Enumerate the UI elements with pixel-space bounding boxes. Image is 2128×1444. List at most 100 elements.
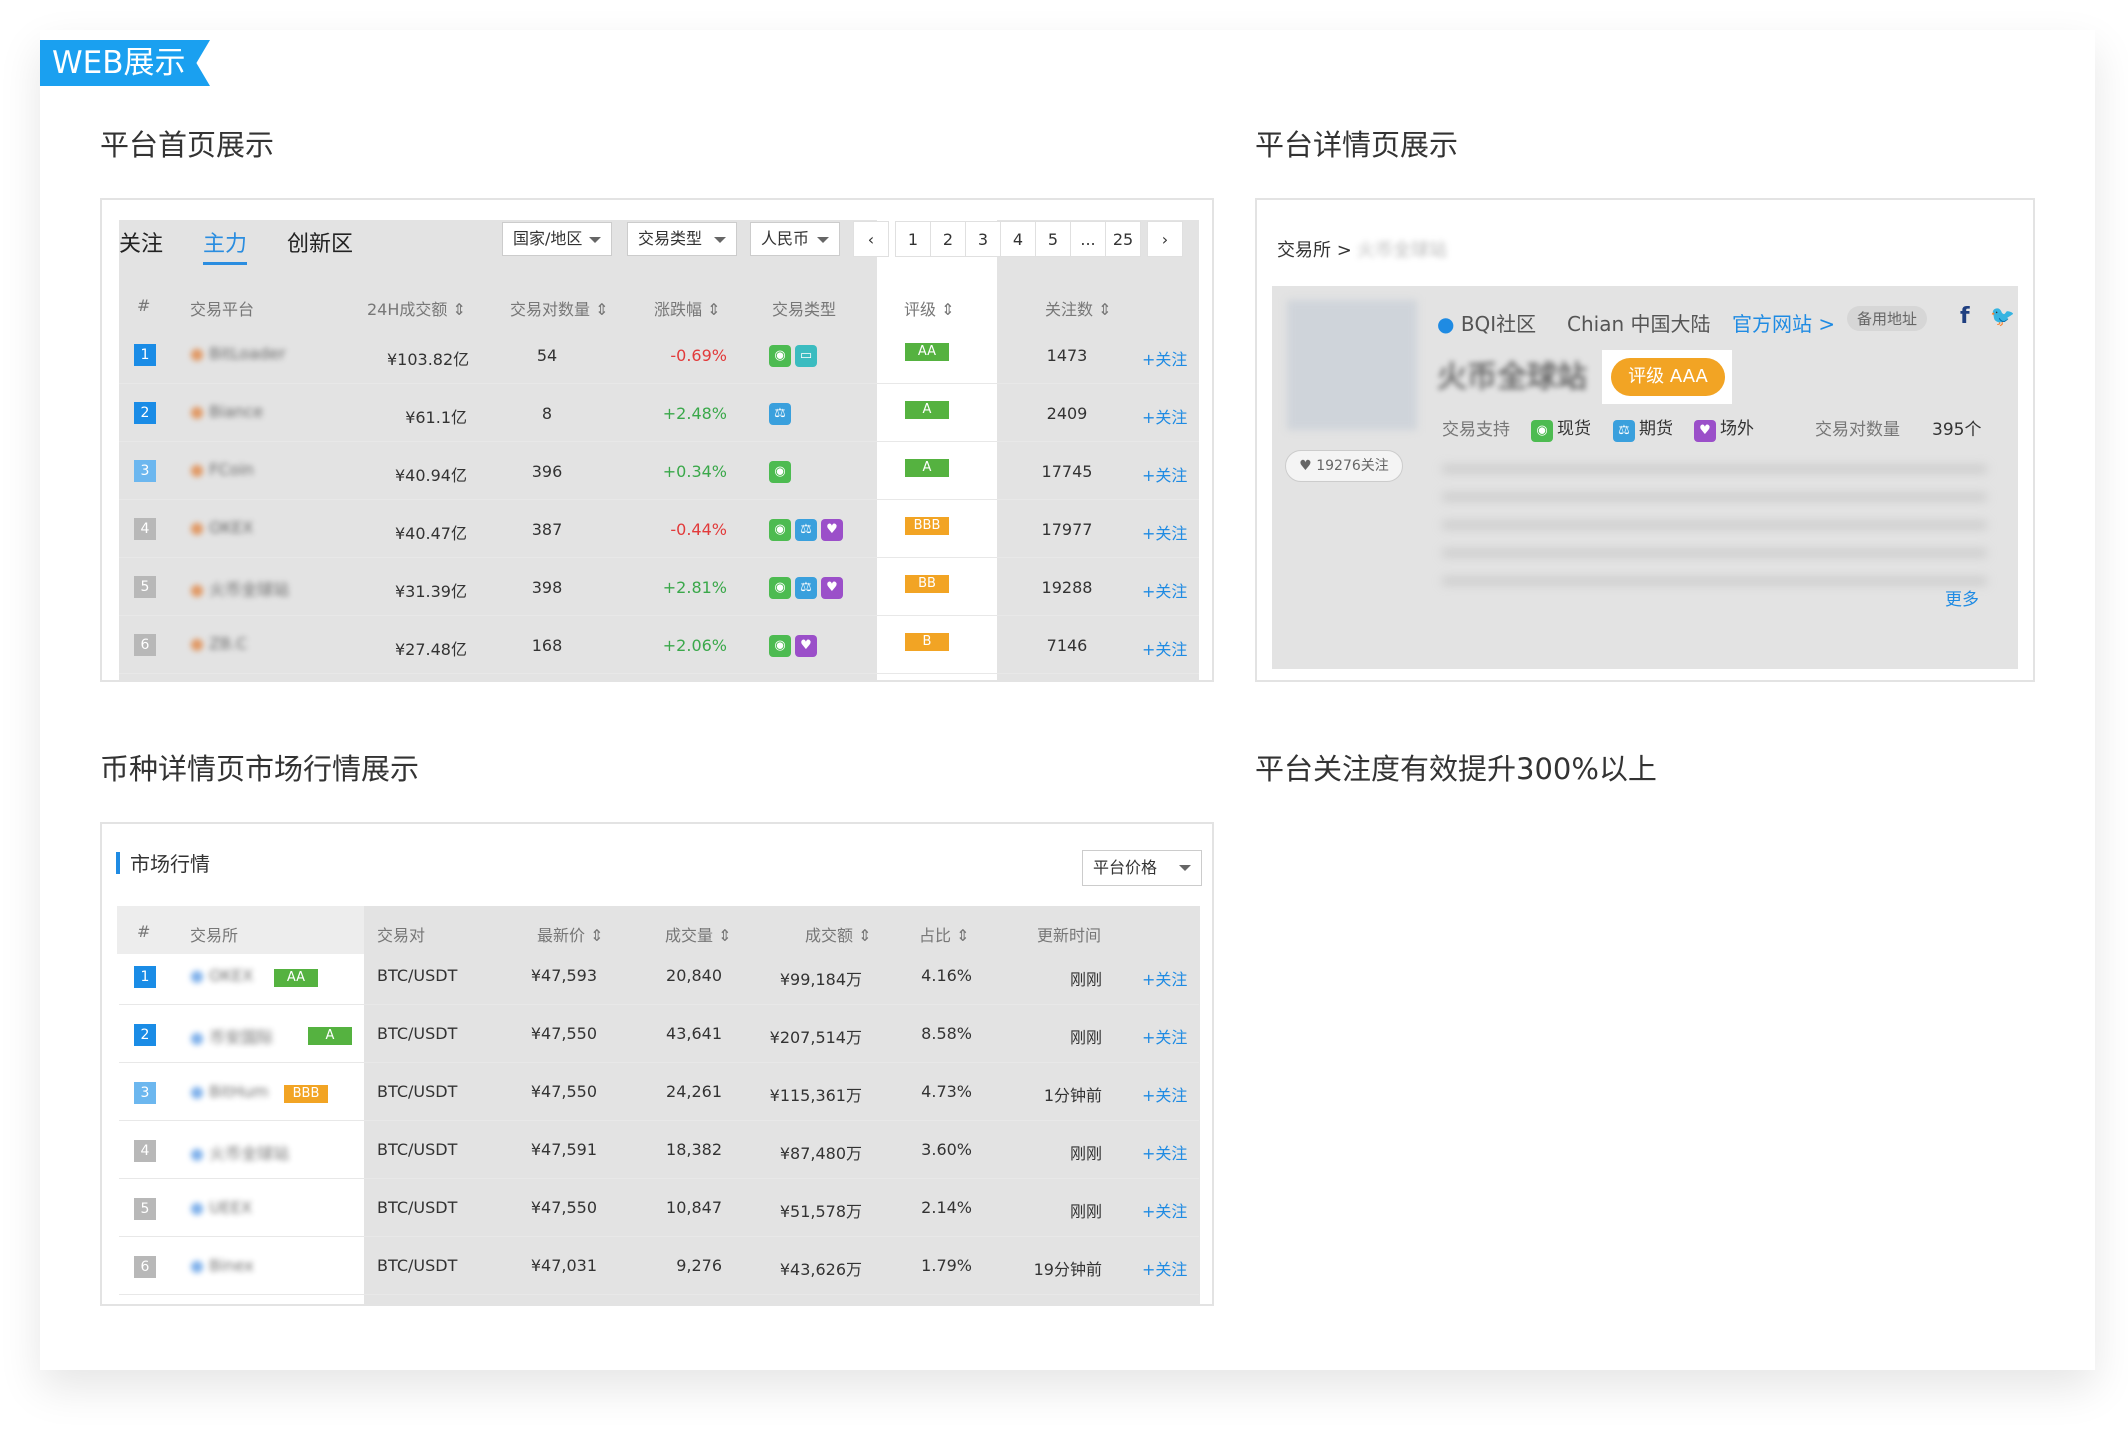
- col-volume[interactable]: 24H成交额 ⇕: [367, 296, 466, 320]
- trade-type-filter[interactable]: 交易类型: [627, 222, 737, 256]
- col-fans[interactable]: 关注数 ⇕: [1045, 296, 1112, 320]
- update-time: 19分钟前: [1033, 1260, 1102, 1279]
- change: -0.44%: [670, 520, 727, 539]
- platform-logo-icon: ●: [190, 518, 204, 537]
- row-divider: [119, 1178, 1199, 1179]
- home-panel: 关注 主力 创新区 国家/地区 交易类型 人民币 ‹ 1 2 3 4 5 ...…: [100, 198, 1214, 682]
- follow-button[interactable]: +关注: [1142, 404, 1187, 428]
- coin-col-turnover[interactable]: 成交额 ⇕: [805, 922, 872, 946]
- community-link[interactable]: ● BQI社区: [1437, 308, 1536, 337]
- pair: BTC/USDT: [377, 1256, 458, 1275]
- follow-button[interactable]: +关注: [1142, 636, 1187, 660]
- exchange-logo-icon: ●: [190, 1144, 204, 1163]
- change: +2.81%: [662, 578, 727, 597]
- next-page-button[interactable]: ›: [1147, 221, 1183, 257]
- rating: AA: [905, 340, 949, 361]
- exchange-name[interactable]: ● OKEX: [190, 966, 253, 985]
- update-time: 刚刚: [1069, 1202, 1102, 1221]
- twitter-icon[interactable]: 🐦: [1990, 304, 2015, 328]
- page-2[interactable]: 2: [930, 221, 966, 257]
- volume: ¥103.82亿: [387, 350, 470, 369]
- prev-page-button[interactable]: ‹: [853, 221, 889, 257]
- platform-name[interactable]: ● Biance: [190, 402, 263, 421]
- coin-col-amount[interactable]: 成交量 ⇕: [665, 922, 732, 946]
- platform-logo-icon: ●: [190, 402, 204, 421]
- col-change[interactable]: 涨跌幅 ⇕: [654, 296, 721, 320]
- platform-name[interactable]: ● ZB.C: [190, 634, 247, 653]
- update-time: 刚刚: [1069, 1144, 1102, 1163]
- trade-amount: 9,276: [676, 1256, 722, 1275]
- coin-row-rank: 3: [134, 1082, 156, 1104]
- pair: BTC/USDT: [377, 966, 458, 985]
- platform-name[interactable]: ● FCoin: [190, 460, 254, 479]
- region-text: Chian 中国大陆: [1567, 312, 1711, 336]
- trade-types: ◉ ♥: [769, 634, 821, 657]
- platform-name[interactable]: ● BitLoader: [190, 344, 286, 363]
- exchange-name[interactable]: ● UEEX: [190, 1198, 252, 1217]
- page-3[interactable]: 3: [965, 221, 1001, 257]
- follow-button[interactable]: +关注: [1142, 966, 1187, 990]
- trade-amount: 20,840: [666, 966, 722, 985]
- follow-button[interactable]: +关注: [1142, 520, 1187, 544]
- exchange-logo-icon: ●: [190, 1028, 204, 1047]
- follow-button[interactable]: +关注: [1142, 1198, 1187, 1222]
- follow-button[interactable]: +关注: [1142, 1140, 1187, 1164]
- col-pairs[interactable]: 交易对数量 ⇕: [510, 296, 609, 320]
- follow-button[interactable]: +关注: [1142, 1082, 1187, 1106]
- otc-icon: ♥: [795, 635, 817, 657]
- tab-follow[interactable]: 关注: [119, 226, 163, 265]
- trade-types: ⚖: [769, 402, 795, 425]
- tab-innovation[interactable]: 创新区: [287, 226, 353, 265]
- volume: ¥61.1亿: [405, 408, 467, 427]
- exchange-logo-icon: ●: [190, 1256, 204, 1275]
- spot-icon: ◉: [769, 635, 791, 657]
- spot-icon: ◉: [769, 461, 791, 483]
- fans: 17745: [1041, 462, 1093, 481]
- rating: A: [905, 398, 949, 419]
- platform-name[interactable]: ● OKEX: [190, 518, 253, 537]
- more-link[interactable]: 更多: [1945, 585, 1979, 610]
- follow-button[interactable]: +关注: [1142, 1256, 1187, 1280]
- col-type: 交易类型: [772, 300, 837, 319]
- platform-logo-icon: ●: [190, 460, 204, 479]
- row-divider: [119, 615, 1199, 616]
- title-bar-accent: [116, 852, 120, 874]
- spot-icon: ◉: [769, 577, 791, 599]
- currency-filter[interactable]: 人民币: [750, 222, 840, 256]
- coin-row-rank: 1: [134, 966, 156, 988]
- facebook-icon[interactable]: f: [1960, 304, 1970, 329]
- backup-address-button[interactable]: 备用地址: [1847, 306, 1928, 331]
- row-divider: [119, 1236, 1199, 1237]
- official-site-link[interactable]: 官方网站 >: [1732, 308, 1835, 337]
- page-4[interactable]: 4: [1000, 221, 1036, 257]
- follow-button[interactable]: +关注: [1142, 346, 1187, 370]
- exchange-name[interactable]: ● BitHum: [190, 1082, 269, 1101]
- rating-column-highlight: [877, 220, 997, 680]
- follow-count-button[interactable]: ♥ 19276关注: [1285, 450, 1403, 482]
- row-divider: [119, 1062, 1199, 1063]
- price-select[interactable]: 平台价格: [1082, 850, 1202, 886]
- home-row-rank: 1: [134, 344, 156, 366]
- col-rating[interactable]: 评级 ⇕: [904, 296, 955, 320]
- follow-button[interactable]: +关注: [1142, 462, 1187, 486]
- page-1[interactable]: 1: [895, 221, 931, 257]
- tab-main[interactable]: 主力: [203, 226, 248, 265]
- coin-col-time: 更新时间: [1037, 926, 1102, 945]
- coin-col-price[interactable]: 最新价 ⇕: [537, 922, 604, 946]
- coin-col-share[interactable]: 占比 ⇕: [919, 922, 970, 946]
- follow-button[interactable]: +关注: [1142, 1024, 1187, 1048]
- home-tabs: 关注 主力 创新区: [119, 226, 353, 265]
- breadcrumb[interactable]: 交易所 >: [1277, 236, 1352, 262]
- otc-icon: ♥: [1694, 420, 1716, 442]
- page-25[interactable]: 25: [1105, 221, 1141, 257]
- exchange-name[interactable]: ● Binex: [190, 1256, 254, 1275]
- page-5[interactable]: 5: [1035, 221, 1071, 257]
- follow-button[interactable]: +关注: [1142, 578, 1187, 602]
- support-label: 交易支持: [1442, 420, 1510, 440]
- platform-name[interactable]: ● 火币全球站: [190, 576, 289, 600]
- rating: B: [905, 630, 949, 651]
- exchange-name[interactable]: ● 币安国际: [190, 1024, 273, 1048]
- fans: 17977: [1041, 520, 1093, 539]
- exchange-name[interactable]: ● 火币全球站: [190, 1140, 289, 1164]
- region-filter[interactable]: 国家/地区: [502, 222, 612, 256]
